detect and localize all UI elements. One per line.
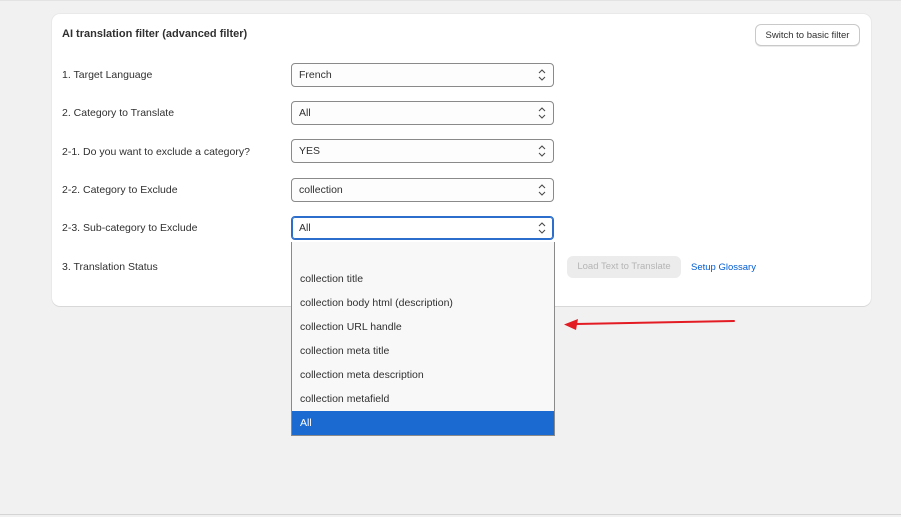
- category-to-translate-value: All: [299, 107, 311, 119]
- exclude-category-select[interactable]: YES: [291, 139, 554, 163]
- exclude-category-question-label: 2-1. Do you want to exclude a category?: [62, 146, 250, 158]
- setup-glossary-link[interactable]: Setup Glossary: [691, 262, 756, 273]
- card-title: AI translation filter (advanced filter): [62, 28, 248, 40]
- top-divider: [0, 0, 901, 1]
- category-to-exclude-label: 2-2. Category to Exclude: [62, 184, 178, 196]
- select-chevron-icon: [538, 69, 546, 81]
- dropdown-option-selected[interactable]: All: [292, 411, 554, 435]
- category-to-exclude-value: collection: [299, 184, 343, 196]
- sub-category-dropdown-list: collection title collection body html (d…: [291, 242, 555, 436]
- dropdown-option-empty[interactable]: [292, 243, 554, 267]
- sub-category-to-exclude-label: 2-3. Sub-category to Exclude: [62, 222, 198, 234]
- category-to-translate-label: 2. Category to Translate: [62, 107, 175, 119]
- sub-category-to-exclude-select[interactable]: All: [291, 216, 554, 240]
- sub-category-to-exclude-value: All: [299, 222, 311, 234]
- dropdown-option[interactable]: collection meta title: [292, 339, 554, 363]
- category-to-translate-select[interactable]: All: [291, 101, 554, 125]
- select-chevron-icon: [538, 107, 546, 119]
- target-language-label: 1. Target Language: [62, 69, 153, 81]
- exclude-category-value: YES: [299, 145, 321, 157]
- load-text-to-translate-button[interactable]: Load Text to Translate: [567, 256, 681, 278]
- dropdown-option[interactable]: collection body html (description): [292, 291, 554, 315]
- switch-to-basic-filter-button[interactable]: Switch to basic filter: [755, 24, 860, 46]
- target-language-value: French: [299, 69, 332, 81]
- translation-status-label: 3. Translation Status: [62, 261, 158, 273]
- category-to-exclude-select[interactable]: collection: [291, 178, 554, 202]
- bottom-divider: [0, 514, 901, 515]
- dropdown-option[interactable]: collection title: [292, 267, 554, 291]
- select-chevron-icon: [538, 222, 546, 234]
- annotation-arrow-icon: [564, 319, 735, 330]
- dropdown-option[interactable]: collection meta description: [292, 363, 554, 387]
- dropdown-option[interactable]: collection metafield: [292, 387, 554, 411]
- select-chevron-icon: [538, 184, 546, 196]
- select-chevron-icon: [538, 145, 546, 157]
- dropdown-option[interactable]: collection URL handle: [292, 315, 554, 339]
- target-language-select[interactable]: French: [291, 63, 554, 87]
